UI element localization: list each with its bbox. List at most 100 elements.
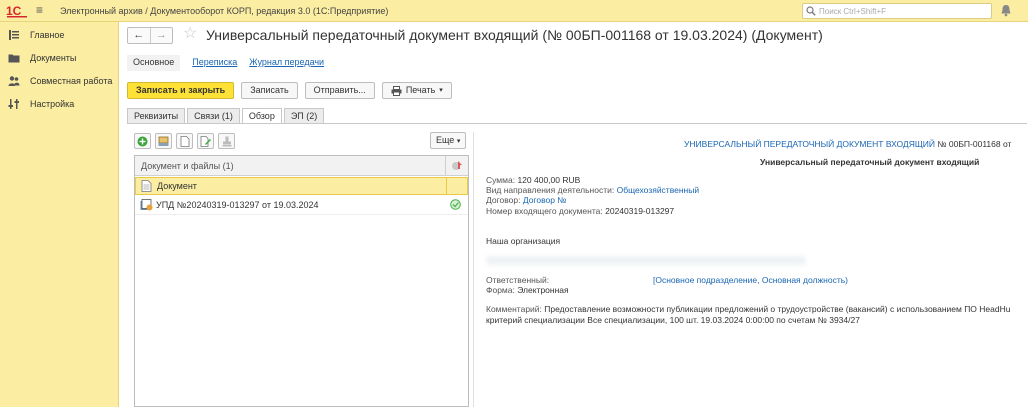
scan-button[interactable] xyxy=(155,133,172,149)
nav-main[interactable]: Основное xyxy=(127,55,181,71)
sidebar-item-settings[interactable]: Настройка xyxy=(8,97,74,111)
sidebar: Главное Документы Совместная работа Наст… xyxy=(0,22,119,407)
sidebar-item-collaboration[interactable]: Совместная работа xyxy=(8,74,112,88)
preview-form: Форма: Электронная xyxy=(486,285,569,295)
app-title: Электронный архив / Документооборот КОРП… xyxy=(60,6,389,16)
preview-organization-label: Наша организация xyxy=(486,236,561,246)
main-menu-icon[interactable]: ≡ xyxy=(36,4,43,16)
settings-sliders-icon xyxy=(8,99,19,109)
preview-header-number: № 00БП-001168 от xyxy=(937,139,1012,149)
preview-header-link[interactable]: УНИВЕРСАЛЬНЫЙ ПЕРЕДАТОЧНЫЙ ДОКУМЕНТ ВХОД… xyxy=(684,139,935,149)
favorite-star-icon[interactable]: ☆ xyxy=(183,25,197,43)
print-button-label: Печать xyxy=(405,85,436,95)
document-icon xyxy=(141,180,152,192)
direction-value[interactable]: Общехозяйственный xyxy=(617,185,700,195)
edo-file-icon xyxy=(140,199,153,211)
save-button[interactable]: Записать xyxy=(241,82,298,99)
sidebar-item-label: Документы xyxy=(30,53,77,63)
bell-icon[interactable] xyxy=(1000,4,1012,17)
chevron-down-icon: ▾ xyxy=(456,138,461,145)
signature-status-icon xyxy=(452,161,462,170)
list-item-label: УПД №20240319-013297 от 19.03.2024 xyxy=(156,200,319,210)
search-icon xyxy=(806,6,816,16)
list-item-label: Документ xyxy=(157,181,197,191)
responsible-value[interactable]: [Основное подразделение, Основная должно… xyxy=(653,275,848,285)
files-list-header: Документ и файлы (1) xyxy=(135,156,468,176)
stamp-button[interactable] xyxy=(218,133,235,149)
panel-divider xyxy=(473,132,474,407)
send-button[interactable]: Отправить... xyxy=(304,82,375,99)
back-arrow-icon[interactable]: ← xyxy=(128,28,150,43)
form-label: Форма: xyxy=(486,285,515,295)
preview-comment: Комментарий: Предоставление возможности … xyxy=(486,304,1010,314)
column-divider xyxy=(445,156,446,176)
folder-icon xyxy=(8,54,20,63)
stamp-icon xyxy=(222,136,231,146)
1c-logo-icon[interactable]: 1С xyxy=(6,3,28,18)
form-tabs: Реквизиты Связи (1) Обзор ЭП (2) xyxy=(127,108,325,124)
edit-file-icon xyxy=(200,135,211,147)
preview-responsible-value: [Основное подразделение, Основная должно… xyxy=(653,275,848,285)
search-input[interactable]: Поиск Ctrl+Shift+F xyxy=(802,3,992,19)
save-and-close-button[interactable]: Записать и закрыть xyxy=(127,82,235,99)
print-button[interactable]: Печать ▾ xyxy=(381,82,452,99)
preview-sum: Сумма: 120 400,00 RUB xyxy=(486,175,580,185)
responsible-label: Ответственный: xyxy=(486,275,550,285)
preview-comment-line-2: критерий специализации Все специализации… xyxy=(486,315,860,325)
signed-check-icon xyxy=(450,199,461,210)
contract-value[interactable]: Договор № xyxy=(523,195,567,205)
printer-icon xyxy=(391,85,402,96)
nav-correspondence[interactable]: Переписка xyxy=(192,55,237,71)
form-value: Электронная xyxy=(517,285,569,295)
preview-direction: Вид направления деятельности: Общехозяйс… xyxy=(486,185,699,195)
search-placeholder: Поиск Ctrl+Shift+F xyxy=(819,7,887,16)
comment-label: Комментарий: xyxy=(486,304,542,314)
top-bar: 1С ≡ Электронный архив / Документооборот… xyxy=(0,0,1028,22)
preview-incoming-number: Номер входящего документа: 20240319-0132… xyxy=(486,206,674,216)
command-bar: Записать и закрыть Записать Отправить...… xyxy=(127,82,452,99)
tab-divider xyxy=(127,123,1027,124)
menu-lines-icon xyxy=(9,30,19,40)
sidebar-item-label: Настройка xyxy=(30,99,75,109)
sidebar-item-main[interactable]: Главное xyxy=(8,28,64,42)
incoming-value: 20240319-013297 xyxy=(605,206,675,216)
files-list: Документ и файлы (1) Документ УПД №20240… xyxy=(134,155,469,407)
direction-label: Вид направления деятельности: xyxy=(486,185,615,195)
people-icon xyxy=(8,76,20,86)
more-button-label: Еще xyxy=(436,135,455,145)
edit-file-button[interactable] xyxy=(197,133,214,149)
form-nav: Основное Переписка Журнал передачи xyxy=(127,55,324,71)
files-toolbar xyxy=(134,133,235,149)
redacted-area xyxy=(486,256,806,265)
tab-requisites[interactable]: Реквизиты xyxy=(127,108,186,124)
sum-label: Сумма: xyxy=(486,175,516,185)
incoming-label: Номер входящего документа: xyxy=(486,206,603,216)
files-column-title[interactable]: Документ и файлы (1) xyxy=(141,161,234,171)
nav-transfer-log[interactable]: Журнал передачи xyxy=(249,55,324,71)
page-title: Универсальный передаточный документ вход… xyxy=(206,27,823,43)
tab-ep[interactable]: ЭП (2) xyxy=(283,108,325,124)
add-file-button[interactable] xyxy=(134,133,151,149)
chevron-down-icon: ▾ xyxy=(439,87,443,94)
list-item[interactable]: Документ xyxy=(135,177,468,195)
svg-text:1С: 1С xyxy=(6,4,22,18)
list-item[interactable]: УПД №20240319-013297 от 19.03.2024 xyxy=(135,196,468,215)
blank-file-icon xyxy=(180,135,189,147)
contract-label: Договор: xyxy=(486,195,521,205)
add-circle-icon xyxy=(137,136,148,146)
column-divider xyxy=(446,178,447,194)
preview-subtitle: Универсальный передаточный документ вход… xyxy=(760,157,980,167)
preview-header: УНИВЕРСАЛЬНЫЙ ПЕРЕДАТОЧНЫЙ ДОКУМЕНТ ВХОД… xyxy=(684,139,1011,149)
tab-overview[interactable]: Обзор xyxy=(241,108,282,124)
comment-line-1: Предоставление возможности публикации пр… xyxy=(544,304,1011,314)
history-nav: ← → xyxy=(127,27,173,44)
sidebar-item-documents[interactable]: Документы xyxy=(8,51,76,65)
more-button[interactable]: Еще ▾ xyxy=(430,132,467,149)
sidebar-item-label: Совместная работа xyxy=(30,76,113,86)
forward-arrow-icon[interactable]: → xyxy=(149,28,173,43)
main-panel: ← → ☆ Универсальный передаточный докумен… xyxy=(120,22,1028,407)
tab-links[interactable]: Связи (1) xyxy=(187,108,240,124)
new-file-button[interactable] xyxy=(176,133,193,149)
preview-contract: Договор: Договор № xyxy=(486,195,566,205)
preview-responsible-label: Ответственный: xyxy=(486,275,549,285)
